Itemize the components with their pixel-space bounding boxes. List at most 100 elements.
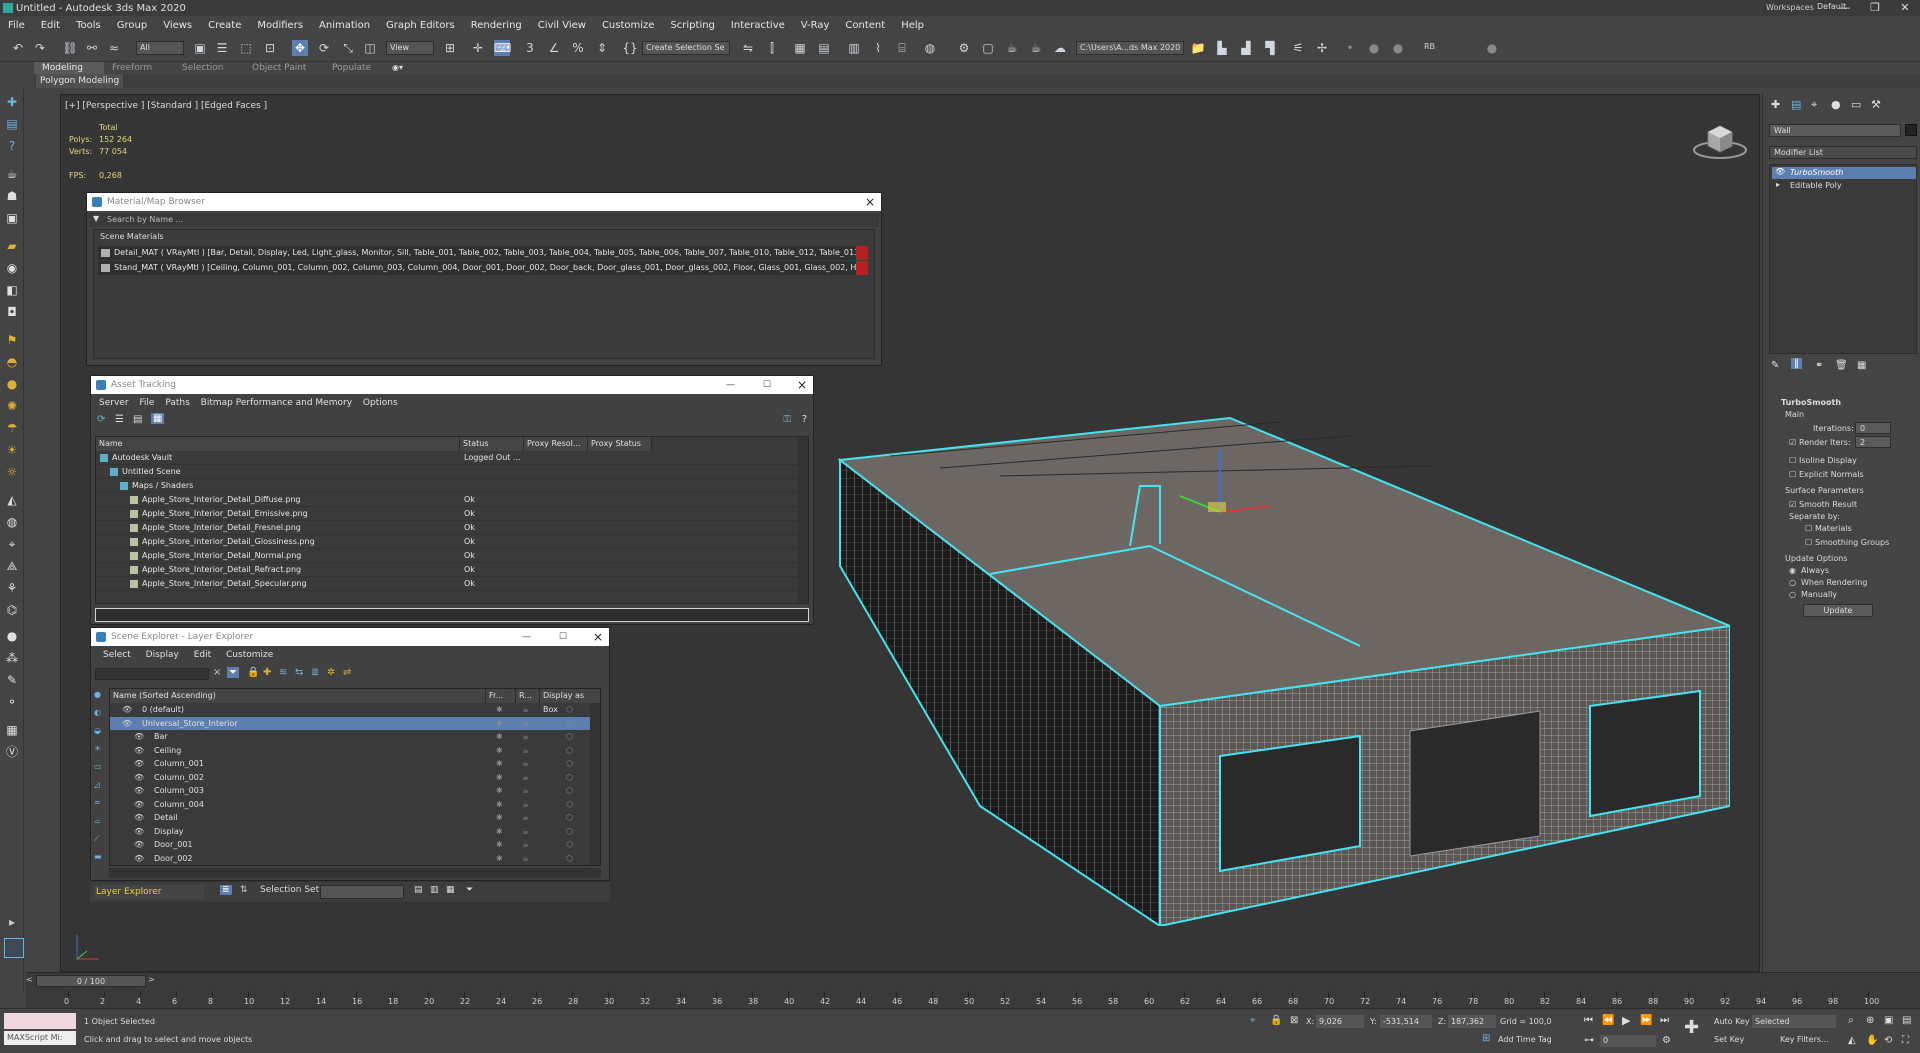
visibility-eye-icon[interactable]: 👁: [134, 784, 144, 797]
asset-row[interactable]: Apple_Store_Interior_Detail_Emissive.png…: [96, 507, 808, 521]
renderable-toggle-icon[interactable]: ☕: [522, 717, 529, 730]
vray-toolbar-icon-8[interactable]: ●: [1390, 40, 1406, 56]
renderable-toggle-icon[interactable]: ☕: [522, 852, 529, 865]
fov-icon[interactable]: ◭: [1848, 1035, 1856, 1046]
asset-row[interactable]: Apple_Store_Interior_Detail_Normal.png Ok: [96, 549, 808, 563]
visibility-eye-icon[interactable]: 👁: [134, 744, 144, 757]
find-input[interactable]: [95, 668, 209, 680]
render-icon[interactable]: ☕: [1004, 40, 1020, 56]
zoom-icon[interactable]: ⌕: [1848, 1015, 1854, 1026]
ribbon-options-icon[interactable]: ◉▾: [392, 63, 403, 72]
maxscript-listener[interactable]: MAXScript Mi:: [4, 1031, 76, 1045]
tab-selection[interactable]: Selection: [174, 62, 244, 74]
spinner-snap-icon[interactable]: ⇕: [594, 40, 610, 56]
goto-end-icon[interactable]: ⏭: [1660, 1015, 1669, 1026]
isolate-icon[interactable]: ⌖: [1250, 1015, 1256, 1026]
asset-row[interactable]: Apple_Store_Interior_Detail_Fresnel.png O…: [96, 521, 808, 535]
modify-panel-icon[interactable]: ▤: [4, 116, 20, 132]
snap-toggle-icon[interactable]: 3: [522, 40, 538, 56]
menu-file[interactable]: File: [139, 398, 154, 408]
asset-row[interactable]: Autodesk Vault Logged Out ...: [96, 451, 808, 465]
renderable-toggle-icon[interactable]: ☕: [522, 771, 529, 784]
set-key-big-icon[interactable]: ✚: [1684, 1017, 1699, 1038]
visibility-eye-icon[interactable]: 👁: [134, 730, 144, 743]
stack-item-turbosmooth[interactable]: TurboSmooth: [1772, 167, 1916, 179]
stack-expand-icon[interactable]: ▸: [1776, 180, 1780, 189]
rendered-frame-icon[interactable]: ▢: [980, 40, 996, 56]
vray-ambient-icon[interactable]: ☀: [4, 442, 20, 458]
asset-row[interactable]: Untitled Scene: [96, 465, 808, 479]
group-icon[interactable]: ⁂: [4, 650, 20, 666]
menu-rendering[interactable]: Rendering: [463, 20, 530, 31]
named-selection-dropdown[interactable]: Create Selection Se: [642, 41, 730, 55]
key-selection-dropdown[interactable]: Selected: [1752, 1015, 1836, 1028]
prev-frame-icon[interactable]: <: [26, 975, 33, 984]
menu-help[interactable]: Help: [893, 20, 932, 31]
column-proxy-resolution[interactable]: Proxy Resol...: [524, 437, 588, 451]
menu-server[interactable]: Server: [99, 398, 129, 408]
scene-explorer-window[interactable]: Scene Explorer - Layer Explorer — ☐ × Se…: [90, 627, 610, 881]
set-key-button[interactable]: Set Key: [1714, 1035, 1744, 1044]
minimize-icon[interactable]: —: [522, 628, 531, 646]
vray-toolbar-icon-4[interactable]: ⚟: [1290, 40, 1306, 56]
current-frame-field[interactable]: 0: [1600, 1035, 1656, 1047]
move-to-layer-icon[interactable]: ⇆: [295, 667, 303, 678]
time-config-icon[interactable]: ⚙: [1662, 1035, 1671, 1046]
renderable-toggle-icon[interactable]: ☕: [522, 744, 529, 757]
hierarchy-tab-icon[interactable]: ⌖: [1811, 98, 1817, 112]
render-cloud-icon[interactable]: ☁: [1052, 40, 1068, 56]
column-proxy-status[interactable]: Proxy Status: [588, 437, 652, 451]
freeze-toggle-icon[interactable]: ✱: [496, 838, 503, 851]
object-row[interactable]: 👁 Column_001 ✱ ☕ ⬡: [110, 757, 600, 770]
motion-tab-icon[interactable]: ●: [1831, 98, 1841, 111]
vray-sphere-icon[interactable]: ●: [4, 376, 20, 392]
help-icon[interactable]: ?: [4, 138, 20, 154]
display-as-box-icon[interactable]: ⬡: [566, 811, 573, 824]
orbit-icon[interactable]: ⟲: [1884, 1035, 1892, 1046]
vray-sun-icon[interactable]: ✺: [4, 398, 20, 414]
menu-modifiers[interactable]: Modifiers: [249, 20, 311, 31]
unlink-icon[interactable]: ⚯: [84, 40, 100, 56]
sphere-white-icon[interactable]: ●: [4, 628, 20, 644]
column-render[interactable]: R...: [516, 689, 540, 703]
visibility-eye-icon[interactable]: 👁: [122, 703, 132, 716]
keyboard-shortcut-icon[interactable]: ⌨: [494, 40, 511, 56]
tab-modeling[interactable]: Modeling: [34, 62, 104, 74]
asset-tracking-window[interactable]: Asset Tracking — ☐ × Server File Paths B…: [90, 375, 814, 625]
x-coordinate-field[interactable]: 9,026: [1316, 1015, 1364, 1028]
schematic-view-icon[interactable]: ⌸: [894, 40, 910, 56]
render-elements-icon[interactable]: ▦: [4, 722, 20, 738]
freeze-toggle-icon[interactable]: ✱: [496, 717, 503, 730]
clear-find-icon[interactable]: ×: [213, 667, 221, 678]
stack-visibility-icon[interactable]: 👁: [1775, 167, 1785, 176]
menu-interactive[interactable]: Interactive: [723, 20, 793, 31]
vray-mesh-icon[interactable]: ⌖: [4, 536, 20, 552]
display-as-box-icon[interactable]: ⬡: [566, 852, 573, 865]
menu-group[interactable]: Group: [109, 20, 155, 31]
sphere-icon[interactable]: ◉: [4, 260, 20, 276]
vault-icon[interactable]: ⚿: [783, 414, 791, 425]
asset-path-field[interactable]: [95, 608, 809, 622]
vray-toolbar-icon-9[interactable]: ●: [1484, 40, 1500, 56]
menu-vray[interactable]: V-Ray: [793, 20, 838, 31]
goto-start-icon[interactable]: ⏮: [1584, 1015, 1593, 1026]
configure-sets-icon[interactable]: ▦: [1857, 360, 1866, 371]
layer-stack-icon[interactable]: ≋: [279, 667, 287, 678]
smoothing-groups-checkbox[interactable]: ☐: [1805, 538, 1812, 547]
vray-toolbar-icon-5[interactable]: ✢: [1314, 40, 1330, 56]
next-key-icon[interactable]: ⏩: [1640, 1015, 1652, 1026]
layer-explorer-dropdown[interactable]: Layer Explorer: [94, 885, 204, 899]
selection-lock-icon[interactable]: 🔒: [1270, 1015, 1282, 1026]
menu-scripting[interactable]: Scripting: [662, 20, 722, 31]
display-as-box-icon[interactable]: ⬡: [566, 730, 573, 743]
close-icon[interactable]: ✕: [1890, 0, 1920, 16]
always-radio[interactable]: ◉: [1789, 566, 1796, 575]
timeline[interactable]: 0 / 100 < > 0 2 4 6 8 10 12 14 16 18 20 22 24 26 28 30 3…: [26, 972, 1920, 1008]
camera-icon[interactable]: ▣: [4, 210, 20, 226]
key-mode-icon[interactable]: ⊶: [1584, 1035, 1594, 1046]
tab-freeform[interactable]: Freeform: [104, 62, 174, 74]
vray-fur-icon[interactable]: ◭: [4, 492, 20, 508]
freeze-toggle-icon[interactable]: ✱: [496, 730, 503, 743]
zoom-extents-icon[interactable]: ▣: [1884, 1015, 1893, 1026]
list-view-icon[interactable]: ☰: [115, 414, 124, 425]
